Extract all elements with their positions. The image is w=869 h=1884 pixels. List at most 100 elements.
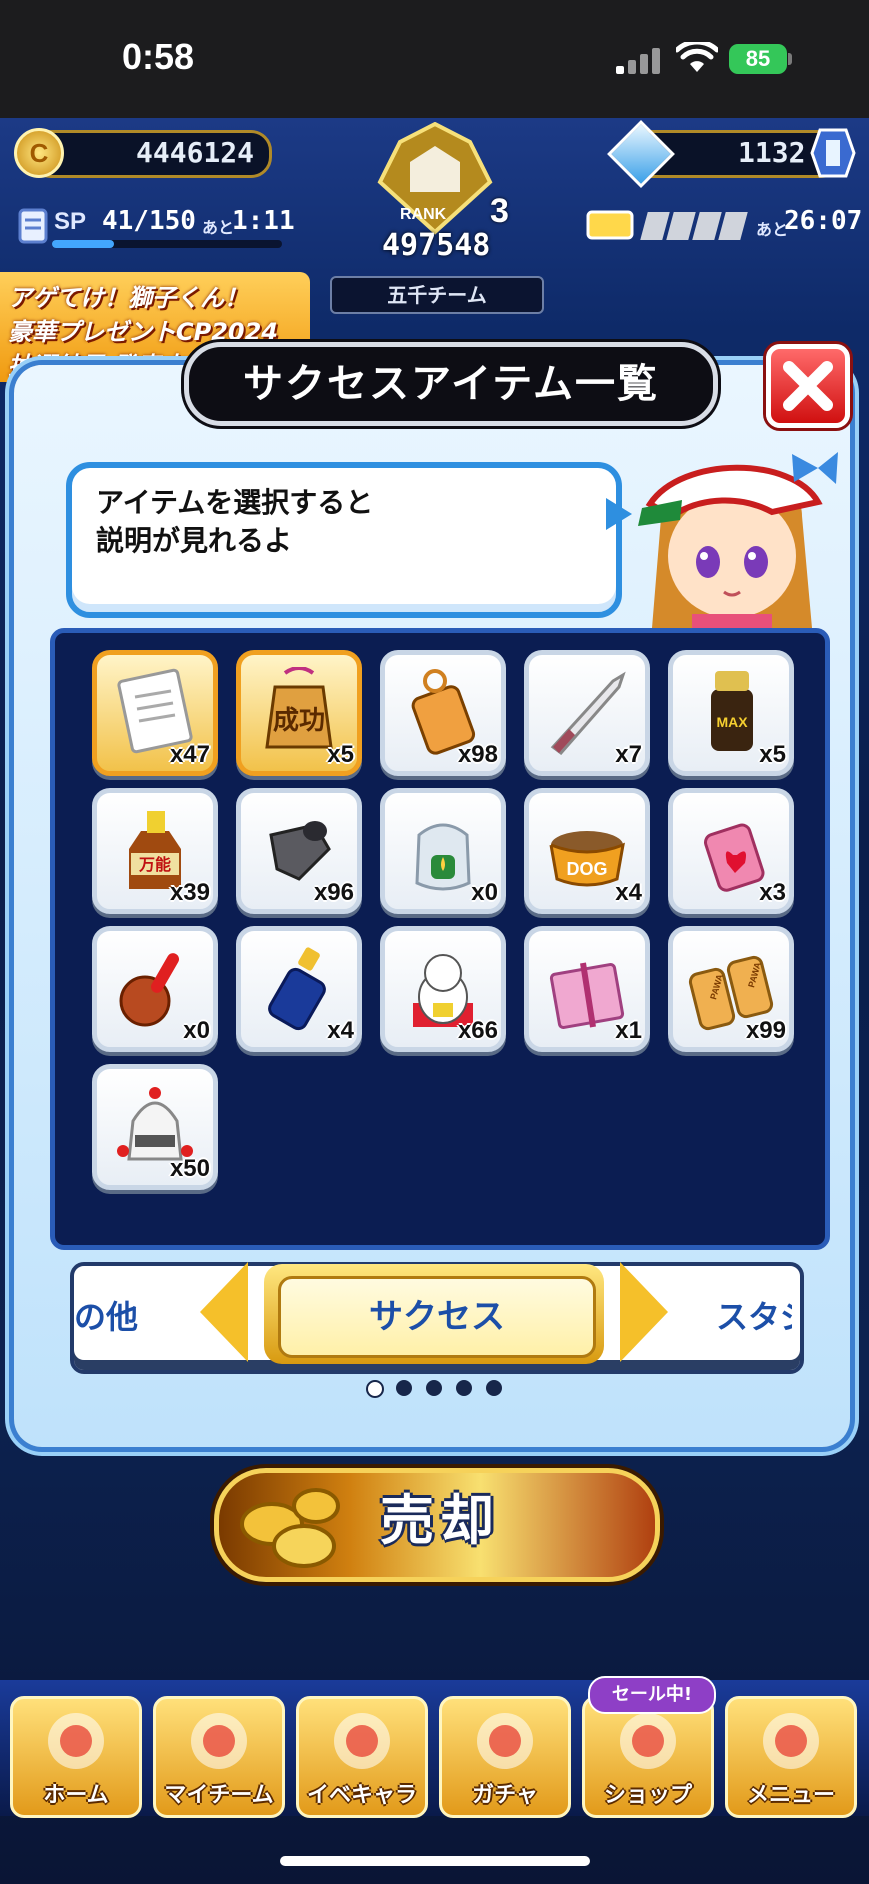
nav-label: ショップ: [603, 1783, 692, 1808]
sp-suffix: あと: [202, 218, 235, 237]
page-dot[interactable]: [486, 1380, 502, 1396]
cellular-signal-icon: [616, 46, 662, 74]
wifi-icon: [676, 42, 718, 72]
rank-level: 3: [490, 192, 509, 230]
home-indicator[interactable]: [280, 1856, 590, 1866]
item-slot[interactable]: x50: [92, 1064, 218, 1190]
item-slot[interactable]: 成功 x5: [236, 650, 362, 776]
sell-label: 売却: [380, 1489, 500, 1552]
sp-label: SP: [54, 208, 87, 235]
item-quantity: x0: [183, 1017, 210, 1044]
page-dot[interactable]: [426, 1380, 442, 1396]
nav-my-team[interactable]: マイチーム: [153, 1696, 285, 1818]
nav-event-character[interactable]: イベキャラ: [296, 1696, 428, 1818]
item-slot[interactable]: x0: [92, 926, 218, 1052]
nav-shop[interactable]: ショップ: [582, 1696, 714, 1818]
item-slot[interactable]: MAX x5: [668, 650, 794, 776]
svg-text:成功: 成功: [273, 706, 325, 736]
tab-prev-category[interactable]: の他: [74, 1292, 138, 1338]
item-quantity: x47: [169, 741, 210, 768]
item-slot[interactable]: x1: [524, 926, 650, 1052]
item-slot[interactable]: x7: [524, 650, 650, 776]
item-quantity: x98: [457, 741, 498, 768]
sp-progress-fill: [52, 240, 115, 248]
power-battery-icon[interactable]: [810, 128, 856, 178]
item-slot[interactable]: x47: [92, 650, 218, 776]
sp-card-icon: [18, 208, 48, 244]
svg-text:MAX: MAX: [716, 714, 748, 730]
item-slot[interactable]: x4: [236, 926, 362, 1052]
tab-current-category[interactable]: サクセス: [278, 1276, 596, 1358]
nav-label: マイチーム: [164, 1783, 274, 1808]
menu-icon: [763, 1713, 819, 1769]
close-icon: [783, 361, 833, 411]
item-slot[interactable]: x98: [380, 650, 506, 776]
nav-label: ホーム: [43, 1783, 109, 1808]
tab-next-category[interactable]: スタジ: [716, 1292, 792, 1338]
item-slot[interactable]: x3: [668, 788, 794, 914]
status-time: 0:58: [122, 36, 195, 77]
item-quantity: x50: [169, 1155, 210, 1182]
sp-value: 41/150: [102, 206, 196, 236]
item-quantity: x4: [615, 879, 642, 906]
hint-text: アイテムを選択すると 説明が見れるよ: [96, 486, 374, 557]
stamina-segment: [692, 212, 722, 240]
tab-left-arrow-icon[interactable]: [200, 1262, 248, 1362]
item-slot[interactable]: x66: [380, 926, 506, 1052]
page-dot[interactable]: [366, 1380, 384, 1398]
my-team-icon: [191, 1713, 247, 1769]
stamina-segment: [666, 212, 696, 240]
coin-amount: 4446124: [136, 136, 255, 169]
page-dot[interactable]: [396, 1380, 412, 1396]
event-character-icon: [334, 1713, 390, 1769]
item-quantity: x4: [327, 1017, 354, 1044]
item-quantity: x7: [615, 741, 642, 768]
item-quantity: x5: [327, 741, 354, 768]
item-quantity: x66: [457, 1017, 498, 1044]
stamina-segment: [718, 212, 748, 240]
home-icon: [48, 1713, 104, 1769]
team-name[interactable]: 五千チーム: [330, 276, 544, 314]
nav-label: メニュー: [746, 1783, 835, 1808]
item-quantity: x39: [169, 879, 210, 906]
tab-right-arrow-icon[interactable]: [620, 1262, 668, 1362]
svg-text:DOG: DOG: [566, 859, 607, 879]
item-slot[interactable]: PAWA PAWA x99: [668, 926, 794, 1052]
battery-tip: [788, 53, 792, 65]
item-slot[interactable]: 万能 x39: [92, 788, 218, 914]
stamina-segment: [640, 212, 670, 240]
item-quantity: x0: [471, 879, 498, 906]
item-slot[interactable]: DOG x4: [524, 788, 650, 914]
item-quantity: x5: [759, 741, 786, 768]
rank-badge-icon[interactable]: [370, 122, 500, 242]
item-quantity: x3: [759, 879, 786, 906]
rank-label: RANK: [400, 206, 447, 223]
item-slot[interactable]: x96: [236, 788, 362, 914]
stamina-timer: 26:07: [784, 206, 863, 236]
item-slot[interactable]: x0: [380, 788, 506, 914]
nav-label: ガチャ: [472, 1783, 538, 1808]
page-dot[interactable]: [456, 1380, 472, 1396]
battery-indicator: 85: [729, 44, 787, 74]
nav-label: イベキャラ: [306, 1783, 417, 1808]
nav-home[interactable]: ホーム: [10, 1696, 142, 1818]
banner-line1: アゲてけ！獅子くん！: [8, 284, 248, 312]
item-quantity: x96: [313, 879, 354, 906]
item-quantity: x1: [615, 1017, 642, 1044]
close-button[interactable]: [766, 344, 850, 428]
svg-text:万能: 万能: [138, 855, 171, 874]
gem-amount: 1132: [738, 136, 806, 169]
gacha-icon: [477, 1713, 533, 1769]
dialog-title: サクセスアイテム一覧: [243, 361, 659, 407]
rank-points: 497548: [382, 228, 491, 263]
shop-icon: [620, 1713, 676, 1769]
item-quantity: x99: [745, 1017, 786, 1044]
nav-menu[interactable]: メニュー: [725, 1696, 857, 1818]
sp-panel: SP 41/150 あと 1:11: [18, 202, 295, 250]
sp-timer: 1:11: [232, 206, 295, 236]
guide-character-icon: [638, 452, 838, 628]
nav-gacha[interactable]: ガチャ: [439, 1696, 571, 1818]
sp-progress-bar: [52, 240, 282, 248]
coin-icon: C: [14, 128, 64, 178]
sale-badge: セール中!: [588, 1676, 716, 1714]
